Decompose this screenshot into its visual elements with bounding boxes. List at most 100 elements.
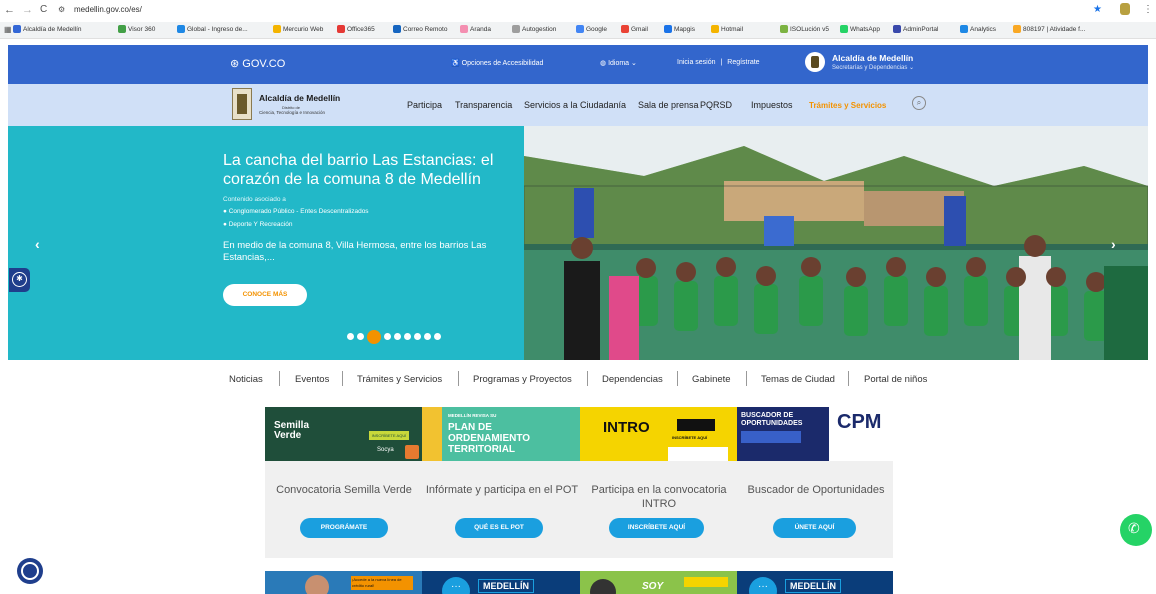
banner-credito-rural[interactable]: ¡Accede a la nueva línea de crédito rura… (265, 571, 422, 594)
hero-excerpt: En medio de la comuna 8, Villa Hermosa, … (223, 240, 487, 263)
accessibility-icon: ✱ (12, 272, 27, 287)
nav-transparencia[interactable]: Transparencia (455, 100, 512, 110)
banner-decoration (677, 419, 715, 431)
carousel-dot[interactable] (347, 333, 354, 341)
hero-cta-button[interactable]: CONOCE MÁS (223, 284, 307, 306)
bookmark-item[interactable]: ISOLución v5 (780, 25, 829, 33)
bookmark-item[interactable]: Mapgis (664, 25, 695, 33)
back-icon[interactable]: ← (4, 4, 15, 16)
carousel-dot[interactable] (404, 333, 411, 341)
accessibility-widget[interactable]: ✱ (9, 268, 30, 292)
banner-oportunidades[interactable]: BUSCADOR DE OPORTUNIDADES CPM (737, 407, 893, 461)
alcaldia-logo-icon[interactable] (232, 88, 252, 120)
browser-toolbar: ← → C ⚙ medellin.gov.co/es/ ★ ⋮ (0, 0, 1156, 22)
url-field[interactable]: medellin.gov.co/es/ (74, 5, 142, 14)
bookmark-favicon-icon (780, 25, 788, 33)
nav-tramites[interactable]: Trámites y Servicios (809, 101, 886, 110)
extension-icon[interactable] (1120, 3, 1130, 15)
language-selector[interactable]: ◍ Idioma ⌄ (600, 59, 637, 67)
banner-intro[interactable]: INTRO INSCRÍBETE AQUÍ (580, 407, 737, 461)
banner-semilla-verde[interactable]: Semilla Verde INSCRÍBETE AQUÍ Socya (265, 407, 422, 461)
org-subtitle[interactable]: Secretarías y Dependencias ⌄ (832, 64, 914, 71)
bookmark-item[interactable]: Gmail (621, 25, 648, 33)
bookmark-favicon-icon (393, 25, 401, 33)
link-divider: | (720, 59, 723, 66)
menu-icon[interactable]: ⋮ (1143, 4, 1153, 15)
accessibility-options[interactable]: ♿ Opciones de Accesibilidad (451, 59, 543, 67)
subnav-temas[interactable]: Temas de Ciudad (761, 374, 835, 385)
subnav-portal-ninos[interactable]: Portal de niños (864, 374, 927, 385)
nav-impuestos[interactable]: Impuestos (751, 100, 793, 110)
login-link[interactable]: Inicia sesión (677, 59, 716, 66)
hero-title[interactable]: La cancha del barrio Las Estancias: el c… (223, 151, 513, 189)
carousel-dot[interactable] (434, 333, 441, 341)
carousel-dot[interactable] (357, 333, 364, 341)
assoc-item[interactable]: ● Deporte Y Recreación (223, 221, 292, 228)
bookmark-item[interactable]: Google (576, 25, 607, 33)
banner-medellin-2[interactable]: ··· MEDELLÍN (737, 571, 893, 594)
carousel-dot[interactable] (424, 333, 431, 341)
inscribete-button[interactable]: INSCRÍBETE AQUÍ (609, 518, 704, 538)
banner-medellin-1[interactable]: ··· MEDELLÍN (422, 571, 580, 594)
carousel-dot[interactable] (384, 333, 391, 341)
bookmark-item[interactable]: Mercurio Web (273, 25, 323, 33)
subnav-gabinete[interactable]: Gabinete (692, 374, 731, 385)
banner-soy[interactable]: SOY (580, 571, 737, 594)
bookmark-item[interactable]: Correo Remoto (393, 25, 447, 33)
carousel-next-icon[interactable]: › (1111, 236, 1116, 252)
subnav-eventos[interactable]: Eventos (295, 374, 329, 385)
nav-servicios-ciudadania[interactable]: Servicios a la Ciudadanía (524, 100, 626, 110)
bookmark-star-icon[interactable]: ★ (1093, 4, 1102, 15)
subnav-tramites[interactable]: Trámites y Servicios (357, 374, 442, 385)
subnav-noticias[interactable]: Noticias (229, 374, 263, 385)
unete-button[interactable]: ÚNETE AQUÍ (773, 518, 856, 538)
govco-logo[interactable]: ⊛ GOV.CO (230, 57, 285, 70)
bookmark-item[interactable]: Hotmail (711, 25, 743, 33)
bookmark-favicon-icon (664, 25, 672, 33)
bookmark-item[interactable]: WhatsApp (840, 25, 880, 33)
bookmark-item[interactable]: Alcaldía de Medellín (13, 25, 82, 33)
more-icon: ··· (442, 577, 470, 594)
subnav-divider (587, 371, 588, 386)
bookmark-item[interactable]: Office365 (337, 25, 375, 33)
site-info-icon[interactable]: ⚙ (58, 5, 65, 14)
bookmark-item[interactable]: 808197 | Atividade f... (1013, 25, 1085, 33)
nav-pqrsd[interactable]: PQRSD (700, 100, 732, 110)
subnav-programas[interactable]: Programas y Proyectos (473, 374, 572, 385)
carousel-prev-icon[interactable]: ‹ (35, 236, 40, 252)
accessibility-icon: ♿ (451, 60, 462, 67)
register-link[interactable]: Regístrate (727, 59, 759, 66)
bookmark-label: Google (586, 25, 607, 33)
org-title[interactable]: Alcaldía de Medellín (832, 53, 913, 63)
bookmark-favicon-icon (512, 25, 520, 33)
bookmark-favicon-icon (840, 25, 848, 33)
subnav-dependencias[interactable]: Dependencias (602, 374, 663, 385)
que-es-pot-button[interactable]: QUÉ ES EL POT (455, 518, 543, 538)
bookmark-item[interactable]: Analytics (960, 25, 996, 33)
forward-icon[interactable]: → (22, 4, 33, 16)
programate-button[interactable]: PROGRÁMATE (300, 518, 388, 538)
bookmark-item[interactable]: Global - Ingreso de... (177, 25, 248, 33)
reload-icon[interactable]: C (40, 4, 47, 15)
bookmark-label: Office365 (347, 25, 375, 33)
subnav-divider (279, 371, 280, 386)
bookmark-item[interactable]: AdminPortal (893, 25, 938, 33)
nav-participa[interactable]: Participa (407, 100, 442, 110)
search-icon[interactable]: ⌕ (912, 96, 926, 110)
carousel-dot[interactable] (414, 333, 421, 341)
bookmark-item[interactable]: Aranda (460, 25, 491, 33)
apps-icon[interactable]: ▦ (4, 25, 12, 34)
assoc-item[interactable]: ● Conglomerado Público - Entes Descentra… (223, 208, 369, 215)
carousel-dot[interactable] (394, 333, 401, 341)
bookmark-label: Analytics (970, 25, 997, 33)
banner-pot[interactable]: MEDELLÍN REVISA SU PLAN DE ORDENAMIENTO … (422, 407, 580, 461)
bookmark-favicon-icon (893, 25, 901, 33)
whatsapp-button[interactable]: ✆ (1120, 514, 1152, 546)
bookmark-item[interactable]: Autogestion (512, 25, 556, 33)
brand-title: Alcaldía de Medellín (259, 93, 341, 103)
bookmark-item[interactable]: Visor 360 (118, 25, 155, 33)
nav-sala-prensa[interactable]: Sala de prensa (638, 100, 699, 110)
chat-button[interactable] (17, 558, 43, 584)
carousel-dot-active[interactable] (367, 329, 381, 344)
bookmark-label: Autogestion (522, 25, 557, 33)
